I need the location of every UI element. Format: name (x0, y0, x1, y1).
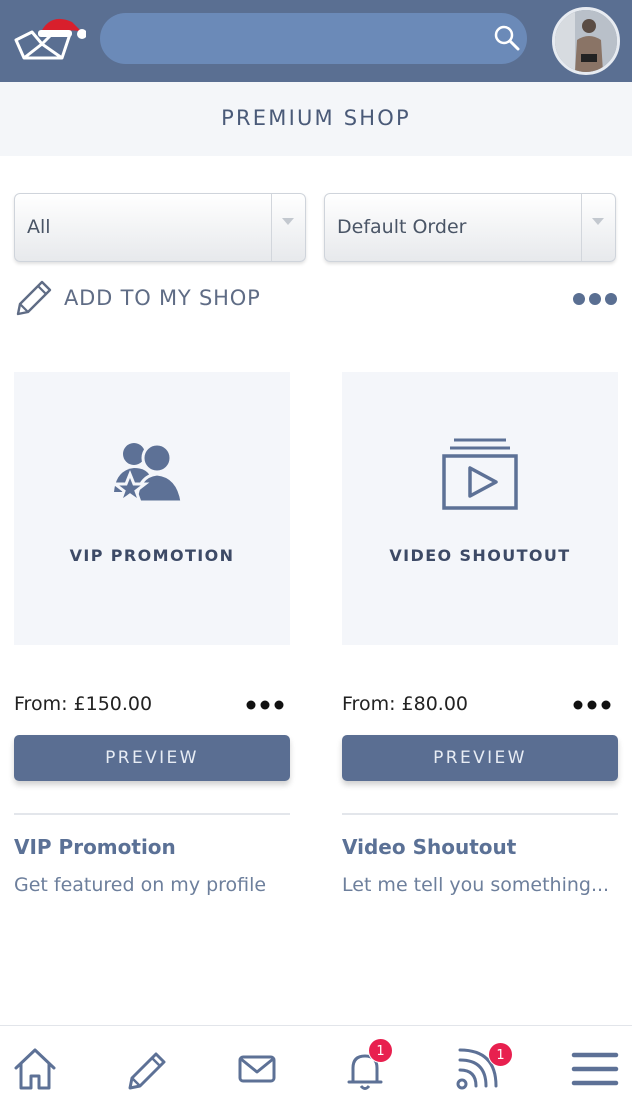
more-options-icon[interactable] (572, 290, 618, 308)
video-play-icon (342, 436, 618, 516)
chevron-down-icon (282, 218, 294, 225)
product-price: From: £150.00 (14, 693, 153, 715)
home-icon[interactable] (10, 1044, 60, 1094)
product-name-link[interactable]: Video Shoutout (342, 835, 516, 859)
product-price: From: £80.00 (342, 693, 468, 715)
pencil-icon[interactable] (122, 1044, 172, 1094)
product-card-title: VIDEO SHOUTOUT (389, 546, 571, 565)
order-select-caret (581, 194, 615, 261)
more-options-icon[interactable] (572, 697, 612, 713)
product-description: Let me tell you something... (342, 874, 610, 896)
page-title: PREMIUM SHOP (221, 106, 411, 130)
santa-hat-crown-logo-icon[interactable] (10, 10, 86, 70)
vip-users-star-icon (14, 436, 290, 510)
preview-button[interactable]: PREVIEW (342, 735, 618, 781)
divider (14, 813, 290, 815)
category-select-caret (271, 194, 305, 261)
product-description: Get featured on my profile (14, 874, 267, 896)
product-name-link[interactable]: VIP Promotion (14, 835, 176, 859)
preview-button[interactable]: PREVIEW (14, 735, 290, 781)
avatar[interactable] (552, 7, 620, 75)
search-input[interactable] (122, 13, 482, 64)
search-bar[interactable] (100, 13, 527, 64)
mail-icon[interactable] (232, 1044, 282, 1094)
pencil-icon (16, 280, 52, 316)
notifications-badge: 1 (368, 1038, 393, 1063)
order-select-value: Default Order (337, 216, 467, 238)
user-avatar-icon (555, 10, 617, 72)
chevron-down-icon (592, 218, 604, 225)
product-card-vip-promotion[interactable]: VIP PROMOTION (14, 372, 290, 645)
add-to-my-shop-label: ADD TO MY SHOP (64, 286, 261, 310)
search-icon[interactable] (493, 24, 521, 52)
feed-badge: 1 (488, 1042, 513, 1067)
top-bar (0, 0, 632, 82)
product-card-video-shoutout[interactable]: VIDEO SHOUTOUT (342, 372, 618, 645)
bottom-nav: 1 1 (0, 1025, 632, 1109)
category-select[interactable]: All (14, 193, 306, 262)
divider (342, 813, 618, 815)
menu-icon[interactable] (570, 1044, 620, 1094)
product-card-title: VIP PROMOTION (69, 546, 235, 565)
order-select[interactable]: Default Order (324, 193, 616, 262)
category-select-value: All (27, 216, 51, 238)
more-options-icon[interactable] (245, 697, 285, 713)
